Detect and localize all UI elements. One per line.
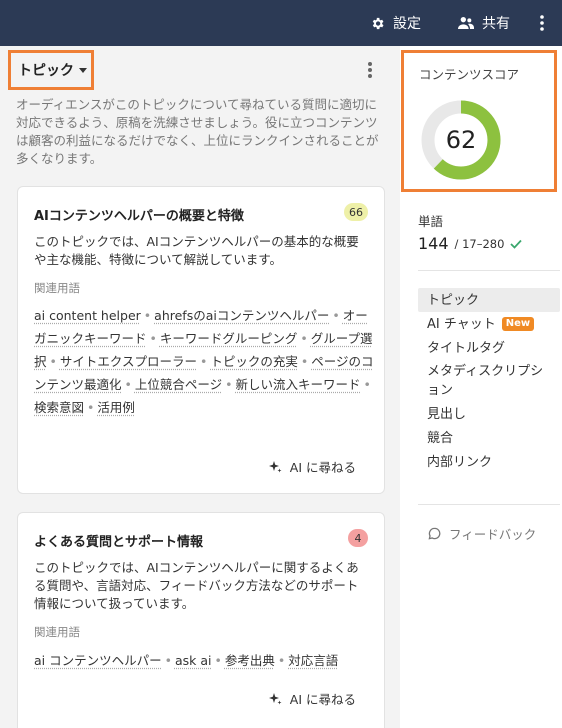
word-count-range: / 17–280 — [454, 236, 505, 251]
divider — [418, 270, 560, 271]
related-term[interactable]: トピックの充実 — [210, 354, 298, 369]
term-separator: • — [149, 331, 157, 346]
related-term[interactable]: 活用例 — [97, 400, 135, 415]
term-separator: • — [332, 308, 340, 323]
term-separator: • — [363, 377, 371, 392]
card-badge: 66 — [344, 203, 368, 221]
nav-item[interactable]: メタディスクリプション — [418, 360, 560, 402]
term-separator: • — [124, 377, 132, 392]
nav-item-label: トピック — [427, 292, 480, 308]
nav-item[interactable]: AI チャット New — [418, 312, 560, 336]
new-badge: New — [501, 317, 535, 331]
nav-item-label: タイトルタグ — [427, 340, 506, 356]
term-separator: • — [143, 308, 152, 323]
feedback-label: フィードバック — [449, 527, 537, 542]
caret-down-icon — [79, 67, 87, 73]
topic-card: AIコンテンツヘルパーの概要と特徴 66 このトピックでは、AIコンテンツヘルパ… — [17, 186, 385, 494]
ask-ai-label: AI に尋ねる — [289, 692, 356, 707]
users-icon — [458, 17, 474, 29]
chat-bubble-icon — [428, 527, 441, 540]
content-score-label: コンテンツスコア — [419, 67, 520, 82]
related-term[interactable]: ai content helper — [34, 308, 141, 323]
related-term[interactable]: 検索意図 — [34, 400, 84, 415]
right-sidebar: コンテンツスコア 62 単語 144 / 17–280 トピック AI チャット N… — [400, 46, 562, 728]
topic-dropdown[interactable]: トピック — [8, 50, 94, 90]
topic-intro: オーディエンスがこのトピックについて尋ねている質問に適切に対応できるよう、原稿を… — [16, 97, 379, 166]
nav-item[interactable]: 競合 — [418, 426, 560, 450]
nav-item[interactable]: 見出し — [418, 402, 560, 426]
related-term[interactable]: キーワードグルーピング — [160, 331, 298, 346]
related-term[interactable]: サイトエクスプローラー — [60, 354, 197, 369]
term-separator: • — [277, 653, 286, 668]
settings-button[interactable]: 設定 — [370, 0, 421, 46]
word-count: 144 / 17–280 — [418, 234, 523, 253]
vertical-dots-icon — [368, 62, 372, 66]
related-term[interactable]: 新しい流入キーワード — [236, 377, 361, 392]
ask-ai-label: AI に尋ねる — [289, 460, 356, 475]
nav-item[interactable]: トピック — [418, 288, 560, 312]
card-title: AIコンテンツヘルパーの概要と特徴 — [34, 209, 244, 224]
settings-label: 設定 — [393, 16, 421, 32]
nav-item-label: AI チャット — [427, 316, 496, 332]
term-separator: • — [214, 653, 222, 668]
section-nav: トピック AI チャット New タイトルタグメタディスクリプション見出し競合内部リン… — [418, 288, 560, 474]
nav-item[interactable]: タイトルタグ — [418, 336, 560, 360]
topic-more-button[interactable] — [364, 60, 376, 80]
card-title: よくある質問とサポート情報 — [34, 535, 204, 550]
nav-item-label: メタディスクリプション — [427, 364, 544, 398]
related-terms: ai コンテンツヘルパー • ask ai • 参考出典 • 対応言語 — [34, 649, 374, 672]
word-count-value: 144 — [418, 234, 449, 253]
content-score-panel: コンテンツスコア 62 — [401, 50, 557, 192]
card-description: このトピックでは、AIコンテンツヘルパーの基本的な概要や主な機能、特徴について解… — [34, 234, 359, 267]
related-term[interactable]: 対応言語 — [288, 653, 338, 668]
topic-dropdown-label: トピック — [18, 63, 74, 79]
word-count-label: 単語 — [418, 214, 444, 229]
nav-item[interactable]: 内部リンク — [418, 450, 560, 474]
term-separator: • — [225, 377, 233, 392]
related-term[interactable]: 上位競合ページ — [135, 377, 222, 392]
related-term[interactable]: ahrefsのaiコンテンツヘルパー — [154, 308, 329, 323]
content-score-value: 62 — [445, 126, 477, 154]
term-separator: • — [200, 354, 208, 369]
related-term[interactable]: 参考出典 — [225, 653, 275, 668]
vertical-dots-icon — [540, 15, 544, 31]
nav-item-label: 競合 — [427, 430, 454, 446]
top-bar: 設定 共有 — [0, 0, 562, 46]
nav-item-label: 内部リンク — [427, 454, 493, 470]
topic-card: よくある質問とサポート情報 4 このトピックでは、AIコンテンツヘルパーに関する… — [17, 512, 385, 728]
term-separator: • — [164, 653, 172, 668]
divider — [418, 504, 560, 505]
share-label: 共有 — [482, 16, 510, 32]
share-button[interactable]: 共有 — [458, 0, 510, 46]
nav-item-label: 見出し — [427, 406, 467, 422]
related-terms: ai content helper • ahrefsのaiコンテンツヘルパー • オーガ… — [34, 304, 374, 419]
sparkle-icon — [268, 692, 282, 704]
gear-icon — [372, 17, 384, 29]
check-icon — [510, 239, 523, 249]
related-term[interactable]: ai コンテンツヘルパー — [34, 653, 162, 668]
feedback-button[interactable]: フィードバック — [428, 524, 536, 543]
topic-panel: トピック オーディエンスがこのトピックについて尋ねている質問に適切に対応できるよ… — [0, 46, 400, 728]
more-menu-button[interactable] — [540, 0, 552, 46]
term-separator: • — [49, 354, 57, 369]
related-term[interactable]: ask ai — [175, 653, 212, 668]
term-separator: • — [300, 331, 308, 346]
term-separator: • — [87, 400, 95, 415]
card-description: このトピックでは、AIコンテンツヘルパーに関するよくある質問や、言語対応、フィー… — [34, 560, 359, 611]
related-terms-label: 関連用語 — [34, 625, 80, 639]
card-badge: 4 — [348, 529, 368, 547]
related-terms-label: 関連用語 — [34, 281, 80, 295]
term-separator: • — [300, 354, 309, 369]
ask-ai-button[interactable]: AI に尋ねる — [268, 457, 356, 476]
sparkle-icon — [268, 460, 282, 472]
ask-ai-button[interactable]: AI に尋ねる — [268, 689, 356, 708]
